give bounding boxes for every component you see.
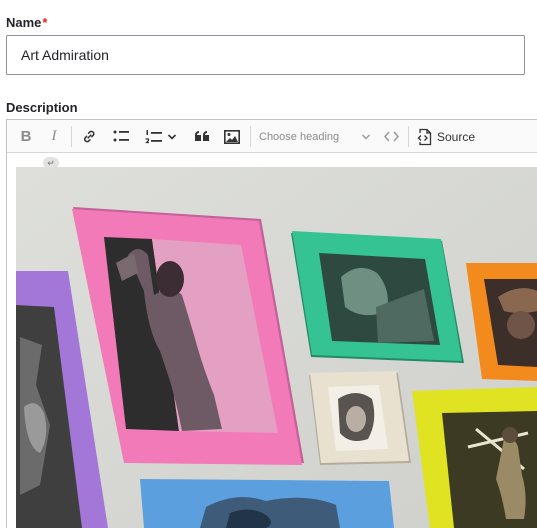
blockquote-button[interactable]	[191, 120, 213, 153]
bulleted-list-icon	[113, 130, 129, 142]
name-label: Name*	[6, 15, 47, 30]
blockquote-icon	[195, 130, 209, 141]
editor-content-area[interactable]: ↵	[7, 153, 537, 528]
code-block-button[interactable]	[379, 120, 403, 153]
link-icon	[83, 130, 94, 143]
source-label: Source	[436, 129, 476, 144]
toolbar-separator	[250, 126, 251, 147]
chevron-down-icon	[167, 133, 177, 140]
toolbar-separator	[408, 126, 409, 147]
gallery-wall-image	[16, 167, 537, 528]
heading-dropdown[interactable]: Choose heading	[259, 120, 371, 153]
italic-icon: I	[51, 128, 57, 144]
source-button[interactable]: Source	[415, 120, 477, 153]
numbered-list-icon	[145, 129, 162, 143]
editor-toolbar: B I Choose heading Source	[7, 120, 537, 153]
name-input[interactable]: Art Admiration	[6, 35, 525, 75]
rich-text-editor[interactable]: B I Choose heading Source ↵	[6, 119, 537, 528]
link-button[interactable]	[77, 120, 101, 153]
image-icon	[224, 129, 240, 144]
italic-button[interactable]: I	[43, 120, 65, 153]
chevron-down-icon	[362, 134, 370, 139]
description-label: Description	[6, 100, 78, 115]
source-icon	[417, 128, 432, 145]
required-marker: *	[42, 15, 48, 30]
toolbar-separator	[71, 126, 72, 147]
heading-dropdown-label: Choose heading	[259, 130, 340, 143]
insert-image-button[interactable]	[220, 120, 244, 153]
bulleted-list-button[interactable]	[109, 120, 133, 153]
bold-button[interactable]: B	[15, 120, 37, 153]
name-label-text: Name	[6, 15, 42, 30]
code-icon	[383, 131, 399, 142]
numbered-list-button[interactable]	[141, 120, 181, 153]
bold-icon: B	[20, 128, 32, 145]
embedded-gallery-photo[interactable]	[16, 167, 537, 528]
